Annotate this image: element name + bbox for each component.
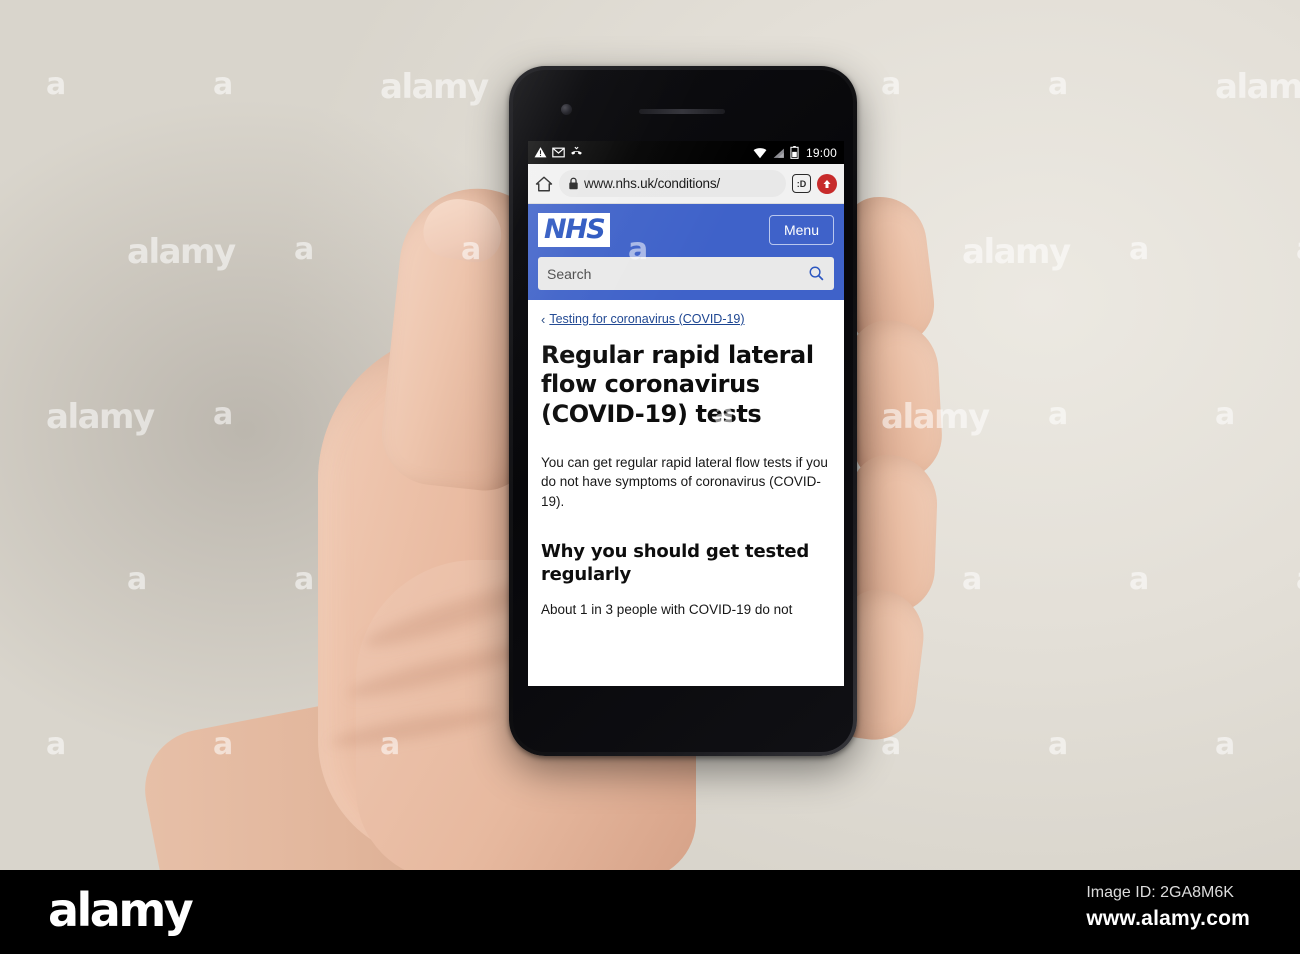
menu-button[interactable]: Menu [769,215,834,245]
section-paragraph: About 1 in 3 people with COVID-19 do not [541,600,831,620]
front-camera [561,104,572,115]
update-arrow-icon[interactable] [817,174,837,194]
intro-paragraph: You can get regular rapid lateral flow t… [541,453,831,512]
gmail-icon [552,146,565,159]
alamy-url: www.alamy.com [1086,907,1250,931]
smartphone: 19:00 www.nhs.uk/conditions/ :D NHS Menu… [509,66,857,756]
page-title: Regular rapid lateral flow coronavirus (… [541,341,831,429]
tab-switcher-button[interactable]: :D [792,174,811,193]
home-icon[interactable] [535,175,553,193]
photograph: aalamyaaaalamyaaaalamyaaaaaaaaalamyaaala… [0,0,1300,870]
nhs-logo[interactable]: NHS [538,213,610,247]
search-bar[interactable] [538,257,834,290]
url-text: www.nhs.uk/conditions/ [584,176,720,191]
alamy-logo: alamy [48,887,191,933]
address-bar[interactable]: www.nhs.uk/conditions/ [559,170,786,197]
finger-ring [847,454,938,615]
status-bar-clock: 19:00 [806,146,837,160]
nhs-site-header: NHS Menu [528,204,844,300]
signal-icon [772,147,785,159]
breadcrumb[interactable]: ‹ Testing for coronavirus (COVID-19) [541,312,831,326]
search-icon[interactable] [808,265,825,282]
status-bar: 19:00 [528,141,844,164]
missed-call-icon [570,146,583,159]
phone-body: 19:00 www.nhs.uk/conditions/ :D NHS Menu… [513,70,853,752]
battery-icon [790,146,799,159]
stock-photo-footer: alamy Image ID: 2GA8M6K www.alamy.com [0,870,1300,954]
lock-icon [568,177,579,190]
section-heading: Why you should get tested regularly [541,541,831,586]
chevron-left-icon: ‹ [541,313,545,326]
search-input[interactable] [547,266,808,282]
image-id-label: Image ID: 2GA8M6K [1086,884,1250,902]
article-content: ‹ Testing for coronavirus (COVID-19) Reg… [528,300,844,686]
warning-triangle-icon [534,146,547,159]
earpiece-speaker [639,109,725,114]
phone-screen: 19:00 www.nhs.uk/conditions/ :D NHS Menu… [528,141,844,686]
browser-toolbar: www.nhs.uk/conditions/ :D [528,164,844,204]
breadcrumb-link[interactable]: Testing for coronavirus (COVID-19) [549,312,744,326]
wifi-icon [753,147,767,159]
